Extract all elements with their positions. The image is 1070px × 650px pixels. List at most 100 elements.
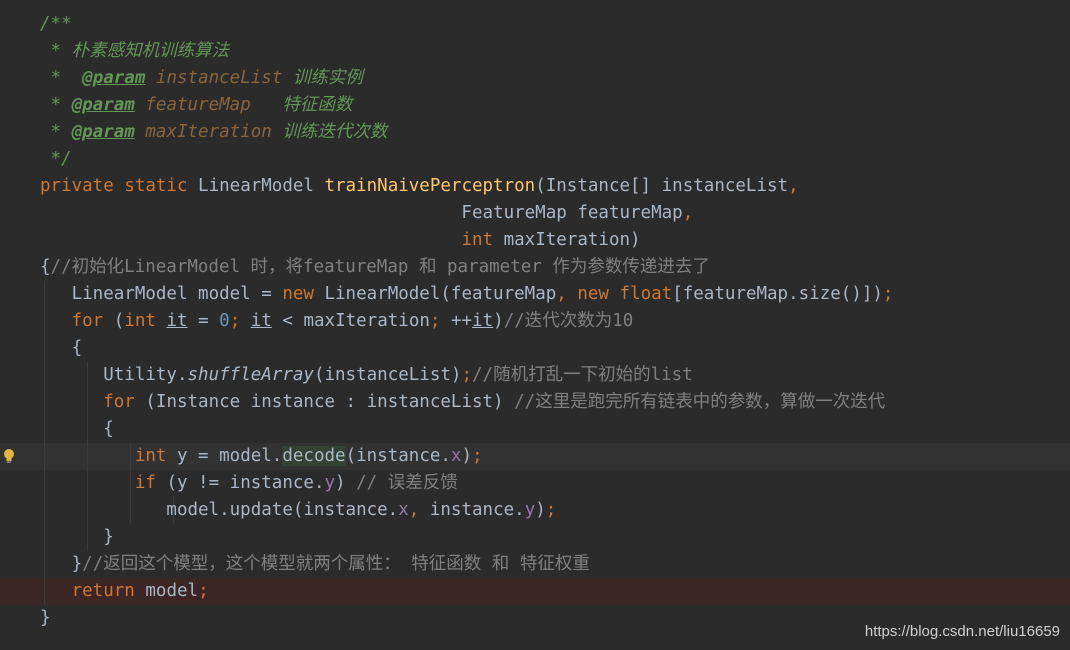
code-token: { xyxy=(40,419,114,439)
code-line[interactable]: int maxIteration) xyxy=(0,227,1070,254)
code-token: (Instance instance : instanceList) xyxy=(145,392,515,412)
code-token: , xyxy=(682,203,694,223)
code-token: ( xyxy=(113,311,125,331)
code-token: int xyxy=(124,311,167,331)
code-token: , xyxy=(408,500,430,520)
code-text: private static LinearModel trainNaivePer… xyxy=(40,173,799,200)
code-token: , xyxy=(788,176,799,196)
code-token: ; xyxy=(882,284,894,304)
code-token: (instance. xyxy=(345,446,451,466)
code-token: new xyxy=(282,284,325,304)
code-token: { xyxy=(40,257,51,277)
code-line[interactable]: * @param maxIteration 训练迭代次数 xyxy=(0,119,1070,146)
code-token: //初始化LinearModel 时，将featureMap 和 paramet… xyxy=(50,257,710,277)
code-token: * xyxy=(40,122,72,142)
code-line[interactable]: LinearModel model = new LinearModel(feat… xyxy=(0,281,1070,308)
code-token: Utility. xyxy=(40,365,188,385)
code-token: ; xyxy=(429,311,451,331)
code-token: (Instance[] instanceList xyxy=(535,176,789,196)
code-token: maxIteration xyxy=(145,122,272,142)
code-token: it xyxy=(472,311,494,331)
code-token: LinearModel(featureMap xyxy=(324,284,557,304)
code-token: maxIteration) xyxy=(503,230,641,250)
code-line[interactable]: * @param instanceList 训练实例 xyxy=(0,65,1070,92)
code-token: */ xyxy=(40,149,72,169)
code-token: //返回这个模型，这个模型就两个属性： 特征函数 和 特征权重 xyxy=(82,554,590,574)
code-token: * xyxy=(40,95,72,115)
code-line[interactable]: FeatureMap featureMap, xyxy=(0,200,1070,227)
lightbulb-icon[interactable] xyxy=(2,448,16,466)
code-token: = xyxy=(187,311,220,331)
code-token: // 误差反馈 xyxy=(356,473,458,493)
code-line[interactable]: int y = model.decode(instance.x); xyxy=(0,443,1070,470)
code-token: decode xyxy=(282,446,346,466)
code-token: model.update(instance. xyxy=(40,500,399,520)
code-token: model xyxy=(145,581,199,601)
code-text: * @param instanceList 训练实例 xyxy=(40,65,363,92)
code-text: */ xyxy=(40,146,72,173)
code-token: < maxIteration xyxy=(271,311,430,331)
code-line[interactable]: * 朴素感知机训练算法 xyxy=(0,38,1070,65)
code-token: ; xyxy=(472,446,483,466)
code-token: it xyxy=(166,311,188,331)
code-text: LinearModel model = new LinearModel(feat… xyxy=(40,281,894,308)
code-line[interactable]: for (Instance instance : instanceList) /… xyxy=(0,389,1070,416)
code-line[interactable]: */ xyxy=(0,146,1070,173)
code-token: instanceList xyxy=(155,68,283,88)
code-line[interactable]: Utility.shuffleArray(instanceList);//随机打… xyxy=(0,362,1070,389)
code-line[interactable]: /** xyxy=(0,11,1070,38)
code-line[interactable]: for (int it = 0; it < maxIteration; ++it… xyxy=(0,308,1070,335)
code-text: } xyxy=(40,524,114,551)
code-text: for (int it = 0; it < maxIteration; ++it… xyxy=(40,308,634,335)
code-token: trainNaivePerceptron xyxy=(324,176,536,196)
code-text: { xyxy=(40,416,114,443)
code-token: 训练迭代次数 xyxy=(271,122,388,142)
code-token: y xyxy=(524,500,536,520)
code-token: LinearModel xyxy=(198,176,325,196)
code-token: 0 xyxy=(219,311,230,331)
code-text: return model; xyxy=(40,578,209,605)
code-text: * @param maxIteration 训练迭代次数 xyxy=(40,119,388,146)
code-token: } xyxy=(40,554,83,574)
watermark: https://blog.csdn.net/liu16659 xyxy=(864,623,1060,640)
code-token: x xyxy=(398,500,409,520)
code-line[interactable]: }//返回这个模型，这个模型就两个属性： 特征函数 和 特征权重 xyxy=(0,551,1070,578)
code-line[interactable]: {//初始化LinearModel 时，将featureMap 和 parame… xyxy=(0,254,1070,281)
code-token: //这里是跑完所有链表中的参数，算做一次迭代 xyxy=(514,392,886,412)
code-line[interactable]: { xyxy=(0,416,1070,443)
code-text: { xyxy=(40,335,83,362)
code-line[interactable]: * @param featureMap 特征函数 xyxy=(0,92,1070,119)
code-text: /** xyxy=(40,11,72,38)
code-token: ++ xyxy=(450,311,473,331)
code-token: } xyxy=(40,608,51,628)
code-token: it xyxy=(250,311,272,331)
code-token: @param xyxy=(71,95,135,115)
code-token: ; xyxy=(545,500,557,520)
code-token: (y != instance. xyxy=(166,473,325,493)
code-token: ) xyxy=(535,500,546,520)
code-token: for xyxy=(103,392,146,412)
code-token: { xyxy=(40,338,83,358)
code-token: x xyxy=(450,446,462,466)
code-editor[interactable]: /** * 朴素感知机训练算法 * @param instanceList 训练… xyxy=(0,0,1070,650)
code-token: //迭代次数为10 xyxy=(503,311,634,331)
code-text: Utility.shuffleArray(instanceList);//随机打… xyxy=(40,362,693,389)
code-text: * 朴素感知机训练算法 xyxy=(40,38,230,65)
code-token: } xyxy=(40,527,114,547)
code-line[interactable]: private static LinearModel trainNaivePer… xyxy=(0,173,1070,200)
code-token: shuffleArray xyxy=(187,365,314,385)
code-line[interactable]: return model; xyxy=(0,578,1070,605)
code-token: [featureMap.size()]) xyxy=(672,284,883,304)
code-text: } xyxy=(40,605,51,632)
code-line[interactable]: if (y != instance.y) // 误差反馈 xyxy=(0,470,1070,497)
code-line[interactable]: model.update(instance.x, instance.y); xyxy=(0,497,1070,524)
code-token: y xyxy=(324,473,336,493)
code-text: * @param featureMap 特征函数 xyxy=(40,92,353,119)
code-line[interactable]: } xyxy=(0,524,1070,551)
code-line[interactable]: { xyxy=(0,335,1070,362)
code-token: , xyxy=(556,284,578,304)
